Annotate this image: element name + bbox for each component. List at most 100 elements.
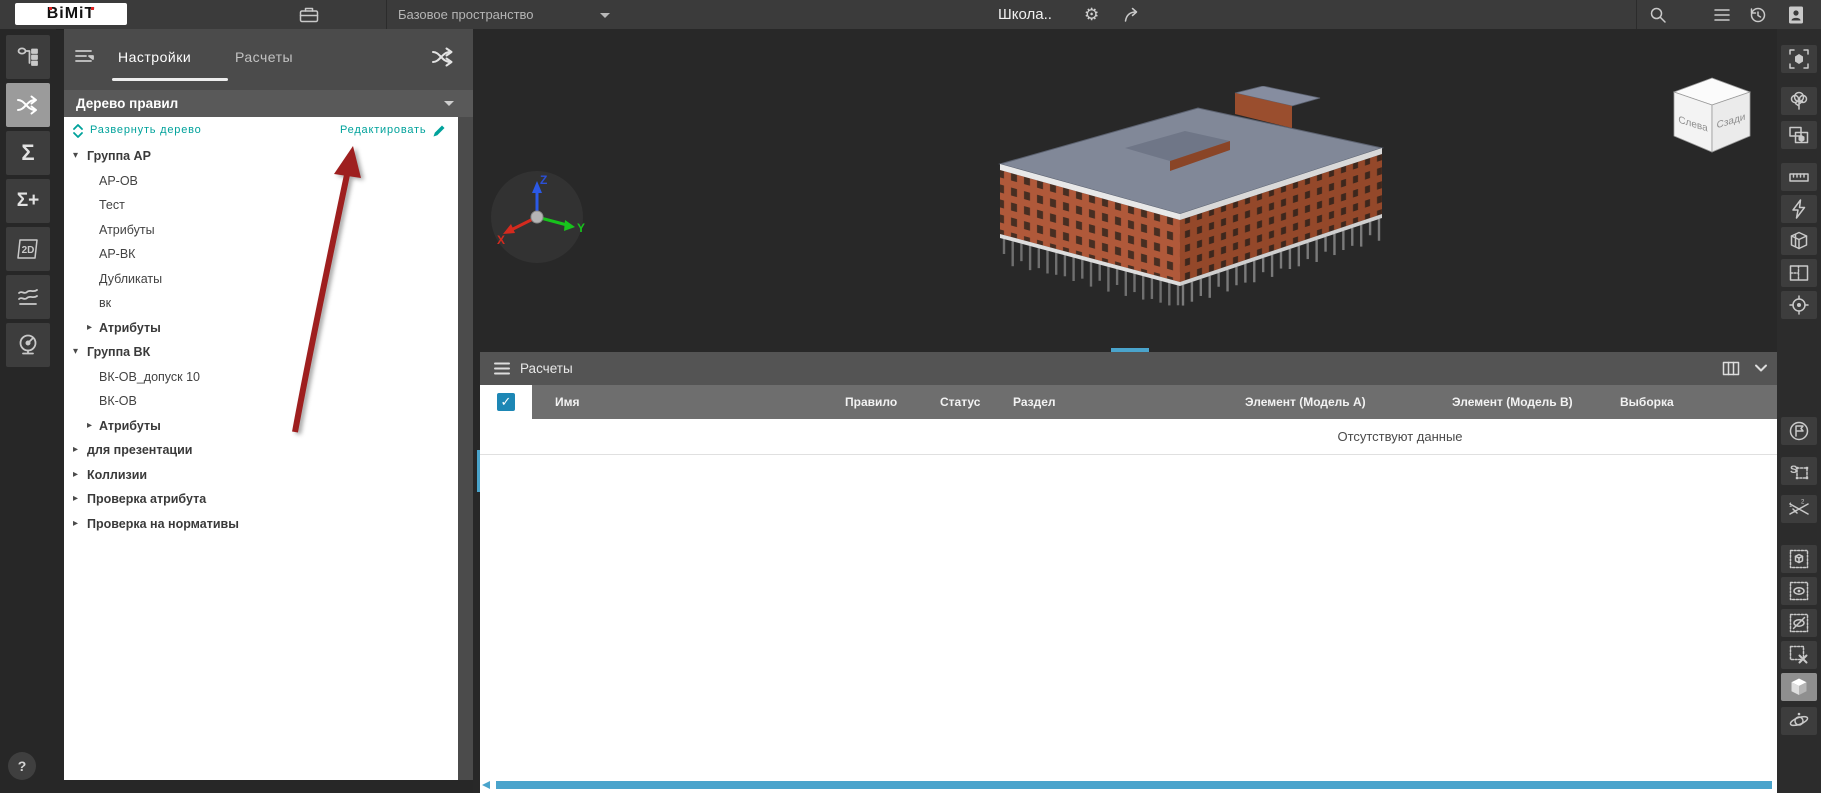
- search-icon[interactable]: [1648, 5, 1668, 25]
- topbar-divider-right: [1636, 0, 1637, 29]
- column-header[interactable]: Имя: [555, 385, 580, 419]
- hscroll-left-arrow[interactable]: [482, 781, 490, 789]
- caret-collapsed-icon[interactable]: ▸: [87, 316, 92, 341]
- select-all-checkbox[interactable]: ✓: [497, 393, 515, 411]
- saved-selection-icon[interactable]: S: [1781, 457, 1817, 485]
- caret-expanded-icon[interactable]: ▾: [73, 144, 78, 169]
- column-header[interactable]: Элемент (Модель А): [1245, 385, 1366, 419]
- tree-item-label: Группа ВК: [87, 340, 150, 365]
- sum-plus-icon[interactable]: Σ+: [6, 179, 50, 223]
- project-title: Школа..: [998, 0, 1052, 29]
- show-icon[interactable]: [1781, 577, 1817, 605]
- tree-item-label: Проверка атрибута: [87, 487, 206, 512]
- briefcase-icon[interactable]: [298, 4, 320, 25]
- panel-drag-handle[interactable]: [1111, 348, 1149, 352]
- expand-tree-link[interactable]: Развернуть дерево: [90, 117, 202, 144]
- isolate-icon[interactable]: [1781, 545, 1817, 573]
- share-icon[interactable]: [1122, 5, 1142, 24]
- panel-menu-icon[interactable]: [492, 360, 512, 377]
- charts-icon[interactable]: [6, 275, 50, 319]
- dashboard-gauge-icon[interactable]: [6, 323, 50, 367]
- vertical-scrollbar-stub[interactable]: [477, 450, 480, 492]
- tree-item[interactable]: вк: [64, 291, 458, 316]
- tree-item-label: Атрибуты: [99, 316, 161, 341]
- application-window: BiMiT Базовое пространство Школа.. ⚙: [0, 0, 1821, 793]
- clear-selection-icon[interactable]: [1781, 641, 1817, 669]
- orbit-icon[interactable]: [1781, 707, 1817, 735]
- tree-item[interactable]: ВК-ОВ: [64, 389, 458, 414]
- zoom-selection-icon[interactable]: [1781, 45, 1817, 73]
- caret-collapsed-icon[interactable]: ▸: [73, 463, 78, 488]
- tree-item[interactable]: ▸Проверка на нормативы: [64, 512, 458, 537]
- tree-item[interactable]: ▸ Атрибуты: [64, 316, 458, 341]
- axis-gizmo-icon[interactable]: Z X Y: [489, 169, 585, 265]
- tree-item[interactable]: ▾ Группа ВК: [64, 340, 458, 365]
- edit-pencil-icon[interactable]: [432, 124, 446, 138]
- tree-item[interactable]: АР-ОВ: [64, 169, 458, 194]
- bimit-logo[interactable]: BiMiT: [15, 3, 127, 25]
- building-model[interactable]: [930, 86, 1450, 336]
- column-header[interactable]: Элемент (Модель В): [1452, 385, 1573, 419]
- caret-collapsed-icon[interactable]: ▸: [87, 414, 92, 439]
- floorplan-icon[interactable]: [1781, 259, 1817, 287]
- tab-settings[interactable]: Настройки: [118, 49, 191, 65]
- flag-icon[interactable]: [1781, 417, 1817, 445]
- rule-tree-dropdown[interactable]: Дерево правил: [64, 90, 473, 117]
- calculations-panel-header[interactable]: Расчеты: [480, 352, 1784, 385]
- sheet-2d-icon[interactable]: 2D: [6, 227, 50, 271]
- tree-item[interactable]: ▸Атрибуты: [64, 414, 458, 439]
- select-all-cell: ✓: [480, 385, 532, 419]
- clip-icon[interactable]: [1781, 195, 1817, 223]
- edit-link[interactable]: Редактировать: [340, 117, 426, 144]
- tree-item[interactable]: АР-ВК: [64, 242, 458, 267]
- section-box-icon[interactable]: [1781, 227, 1817, 255]
- columns-icon[interactable]: [1722, 361, 1740, 376]
- tree-item[interactable]: Дубликаты: [64, 267, 458, 292]
- tree-item[interactable]: ▸ для презентации: [64, 438, 458, 463]
- caret-collapsed-icon[interactable]: ▸: [73, 512, 78, 537]
- workspace-selector[interactable]: Базовое пространство: [398, 0, 534, 29]
- collision-pair-icon[interactable]: 1 2: [1781, 495, 1817, 523]
- measure-icon[interactable]: [1781, 163, 1817, 191]
- select-similar-icon[interactable]: [1781, 121, 1817, 149]
- horizontal-scrollbar[interactable]: [496, 781, 1772, 789]
- collapse-panel-icon[interactable]: [72, 45, 96, 67]
- sum-icon[interactable]: Σ: [6, 131, 50, 175]
- history-icon[interactable]: [1748, 5, 1768, 25]
- axis-x-label: X: [497, 233, 505, 247]
- tree-item[interactable]: ▸Коллизии: [64, 463, 458, 488]
- tab-calculations[interactable]: Расчеты: [235, 49, 293, 65]
- gear-icon[interactable]: ⚙: [1084, 2, 1099, 28]
- panel-scroll-gutter[interactable]: [458, 117, 473, 780]
- help-button[interactable]: ?: [8, 752, 36, 780]
- tree-item[interactable]: ▸ Проверка атрибута: [64, 487, 458, 512]
- caret-collapsed-icon[interactable]: ▸: [73, 438, 78, 463]
- caret-expanded-icon[interactable]: ▾: [73, 340, 78, 365]
- profile-icon[interactable]: [1786, 4, 1806, 26]
- model-structure-icon[interactable]: [1781, 87, 1817, 115]
- tree-item-label: АР-ВК: [99, 242, 135, 267]
- column-header[interactable]: Раздел: [1013, 385, 1056, 419]
- tree-item-label: для презентации: [87, 438, 192, 463]
- expand-tree-icon[interactable]: [71, 123, 85, 139]
- tree-item[interactable]: ▾Группа АР: [64, 144, 458, 169]
- collapse-panel-chevron-icon[interactable]: [1754, 363, 1768, 373]
- logo-text: BiMiT: [47, 5, 96, 22]
- caret-collapsed-icon[interactable]: ▸: [73, 487, 78, 512]
- model-tree-icon[interactable]: [6, 35, 50, 79]
- shaded-view-icon[interactable]: [1781, 673, 1817, 701]
- column-header[interactable]: Правило: [845, 385, 897, 419]
- tree-item[interactable]: Тест: [64, 193, 458, 218]
- locate-icon[interactable]: [1781, 291, 1817, 319]
- column-header[interactable]: Выборка: [1620, 385, 1674, 419]
- column-header[interactable]: Статус: [940, 385, 980, 419]
- axis-y-label: Y: [577, 221, 585, 235]
- workspace-caret-icon[interactable]: [600, 13, 610, 18]
- tree-item[interactable]: ВК-ОВ_допуск 10: [64, 365, 458, 390]
- panel-shuffle-icon[interactable]: [428, 43, 458, 71]
- checks-shuffle-icon[interactable]: [6, 83, 50, 127]
- list-icon[interactable]: [1712, 6, 1732, 24]
- view-cube[interactable]: Слева Сзади: [1662, 72, 1762, 160]
- tree-item[interactable]: Атрибуты: [64, 218, 458, 243]
- hide-icon[interactable]: [1781, 609, 1817, 637]
